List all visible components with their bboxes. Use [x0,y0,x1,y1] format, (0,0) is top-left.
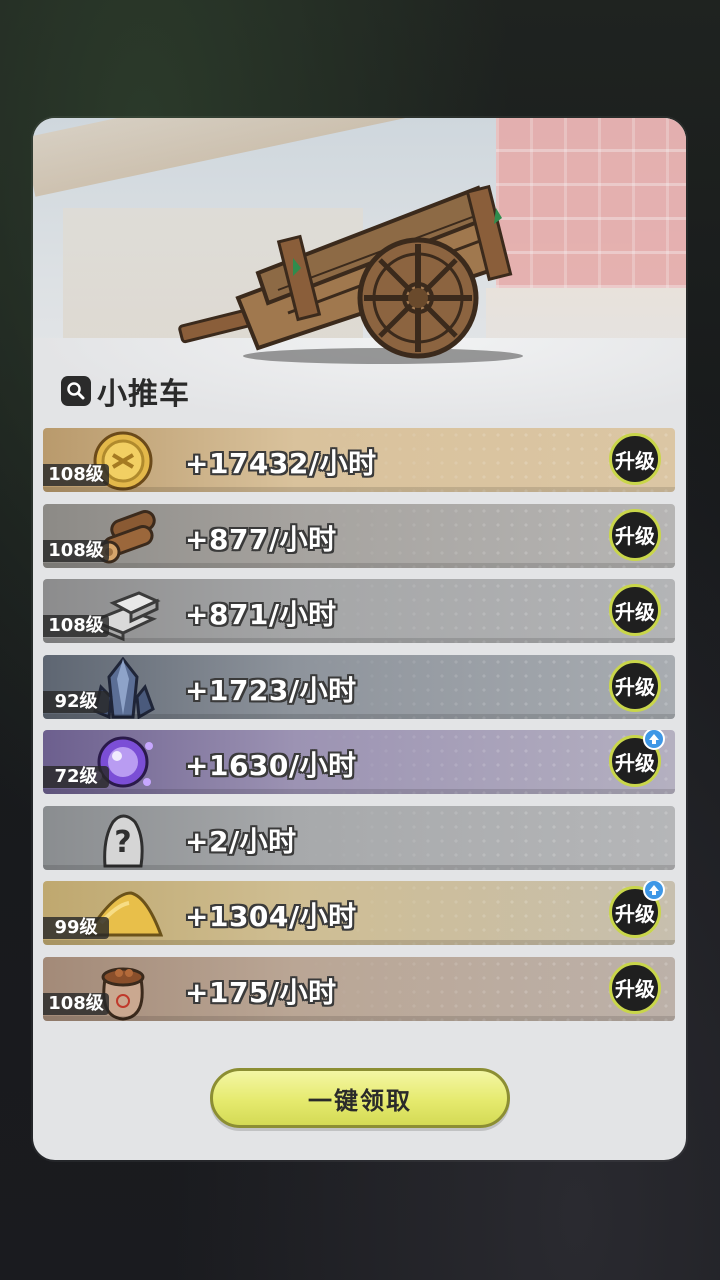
resource-row-mystery: ? +2/小时 [43,805,675,870]
resource-rate: +871/小时 [185,598,337,631]
search-icon[interactable] [61,376,91,406]
svg-text:?: ? [114,825,131,860]
upgrade-button[interactable]: 升级 [609,508,661,561]
upgrade-button[interactable]: 升级 [609,584,661,636]
question-mark-icon: ? [103,814,144,867]
resource-row-crystal: 92级 +1723/小时 升级 [43,654,675,719]
resource-rate: +877/小时 [185,522,337,556]
resource-level: 108级 [43,464,109,486]
resource-row-gold: 108级 +17432/小时 升级 [43,428,675,492]
resource-level: 108级 [43,539,109,562]
resource-rate: +1630/小时 [185,749,357,782]
resource-level: 72级 [43,766,109,788]
panel-title: 小推车 [97,377,190,412]
resource-row-stone: 108级 +871/小时 升级 [43,579,675,643]
upgrade-button[interactable]: 升级 [609,433,661,485]
upgrade-button[interactable]: 升级 [609,659,661,712]
resource-level: 108级 [43,992,109,1015]
upgrade-button[interactable]: 升级 [609,961,661,1014]
resource-row-orb: 72级 +1630/小时 升级 [43,730,675,794]
resource-list: 108级 +17432/小时 升级 108级 +877/小时 升级 108级 +… [43,428,675,1032]
claim-all-button[interactable]: 一键领取 [210,1068,510,1128]
resource-rate: +1304/小时 [185,900,357,933]
resource-level: 92级 [43,690,109,713]
resource-level: 108级 [43,615,109,637]
panel-title-row: 小推车 [61,371,190,412]
resource-row-food: 108级 +175/小时 升级 [43,956,675,1021]
resource-rate: +175/小时 [185,975,337,1009]
cart-panel: 小推车 108级 +17432/小时 升级 108级 +877/小时 升级 10… [33,118,686,1160]
resource-rate: +1723/小时 [185,673,357,707]
resource-row-wood: 108级 +877/小时 升级 [43,503,675,568]
resource-level: 99级 [43,917,109,939]
resource-rate: +2/小时 [185,824,297,858]
resource-rate: +17432/小时 [185,447,377,480]
cart-illustration [178,184,523,364]
resource-row-sand: 99级 +1304/小时 升级 [43,881,675,945]
